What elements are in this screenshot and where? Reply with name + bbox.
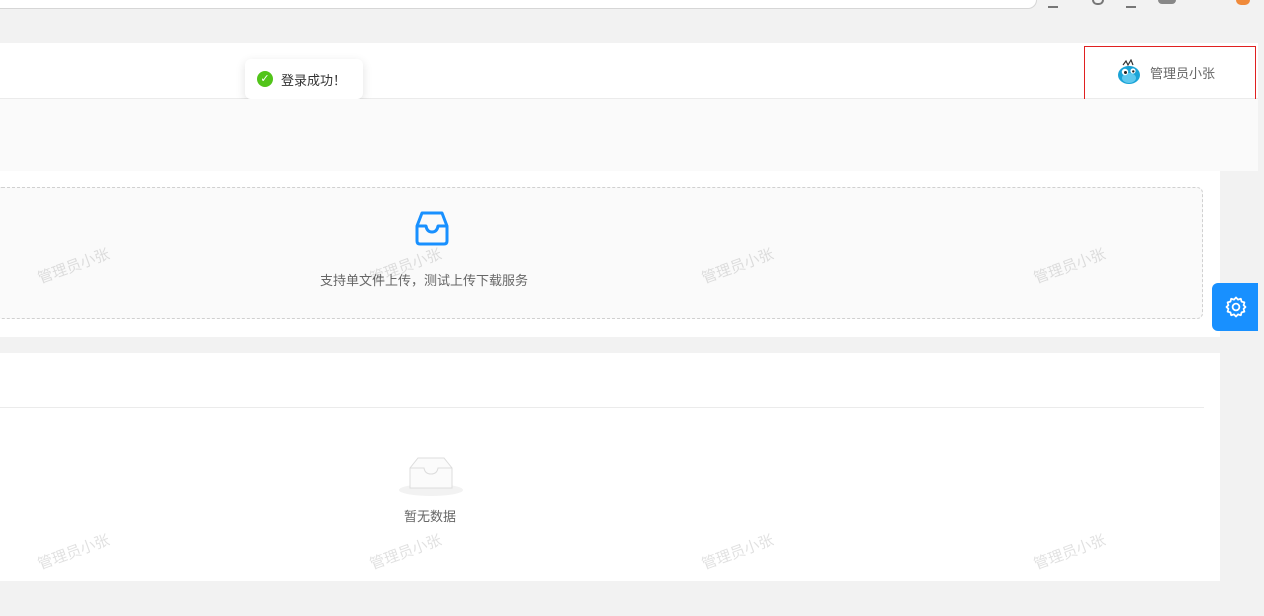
toast-message: 登录成功！ (281, 73, 347, 89)
inbox-icon (415, 211, 449, 246)
browser-toolbar (0, 0, 1264, 26)
user-menu[interactable]: 管理员小张 (1084, 46, 1256, 108)
upload-card (0, 171, 1220, 337)
profile-icon[interactable] (1158, 0, 1176, 4)
toolbar-icon[interactable] (1126, 0, 1136, 8)
table-header-divider (0, 407, 1204, 408)
content-background (0, 99, 1258, 171)
avatar-bird-icon (1118, 59, 1140, 84)
address-bar[interactable] (0, 0, 1037, 9)
upload-dropzone[interactable] (0, 187, 1203, 319)
file-list-card (0, 353, 1220, 581)
check-circle-icon: ✓ (257, 71, 273, 87)
extension-icon[interactable] (1236, 0, 1250, 5)
empty-text: 暂无数据 (404, 510, 457, 525)
login-success-toast: ✓ 登录成功！ (245, 59, 363, 99)
settings-button[interactable] (1212, 283, 1260, 331)
user-name: 管理员小张 (1150, 66, 1216, 82)
gear-icon (1225, 296, 1247, 318)
toolbar-icon[interactable] (1048, 0, 1058, 8)
toolbar-icon[interactable] (1092, 0, 1104, 5)
app-header (0, 43, 1258, 99)
scrollbar[interactable] (1258, 26, 1264, 616)
empty-box-icon (399, 457, 463, 496)
upload-hint: 支持单文件上传，测试上传下载服务 (320, 274, 529, 289)
